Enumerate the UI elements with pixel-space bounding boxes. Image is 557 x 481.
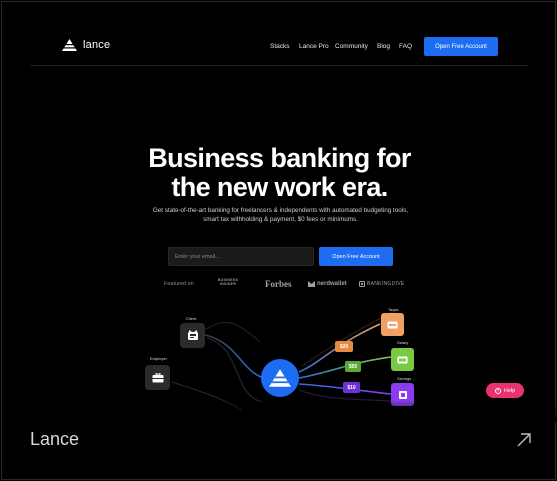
nerdwallet-logo: nerdwallet	[308, 281, 347, 287]
employer-label: Employer	[150, 356, 167, 361]
flow-line	[206, 337, 263, 403]
help-icon: ?	[494, 387, 501, 394]
hero-title-line-1: Business banking for	[148, 143, 411, 173]
nerdwallet-mark-icon	[308, 281, 315, 287]
savings-icon	[398, 390, 407, 399]
forbes-logo: Forbes	[265, 279, 292, 289]
client-node	[180, 323, 205, 348]
nav-link-stacks[interactable]: Stacks	[270, 43, 299, 50]
flow-line	[204, 321, 261, 343]
client-icon	[187, 330, 198, 340]
arrow-up-right-icon[interactable]	[516, 432, 532, 448]
business-insider-logo: BUSINESS INSIDER	[217, 278, 239, 286]
brand-name: lance	[83, 39, 111, 51]
top-nav: lance Stacks Lance Pro Community Blog FA…	[2, 2, 557, 66]
lance-hub-node	[261, 359, 299, 397]
nav-link-blog[interactable]: Blog	[377, 43, 399, 50]
salary-amount-badge: $50	[345, 361, 361, 372]
nerdwallet-text: nerdwallet	[317, 281, 347, 287]
hero-title-line-2: the new work era.	[171, 172, 388, 202]
taxes-icon	[387, 321, 398, 328]
nav-divider	[30, 65, 529, 66]
diagram-fade	[2, 400, 557, 422]
lance-logo-icon	[62, 39, 77, 51]
taxes-amount-badge: $20	[335, 341, 353, 352]
nav-link-lance-pro[interactable]: Lance Pro	[299, 43, 335, 50]
email-input[interactable]: Enter your email...	[168, 247, 314, 266]
nav-links: Stacks Lance Pro Community Blog FAQ	[270, 43, 419, 50]
taxes-label: Taxes	[388, 307, 399, 312]
hero-title: Business banking for the new work era.	[2, 144, 557, 202]
flow-line	[204, 334, 265, 379]
bankingdive-mark-icon	[359, 281, 365, 287]
salary-icon	[397, 356, 408, 363]
featured-on-label: Featured on	[164, 281, 194, 287]
bankingdive-logo: BANKINGDIVE	[359, 281, 404, 287]
help-label: Help	[503, 387, 516, 394]
nav-link-faq[interactable]: FAQ	[399, 43, 419, 50]
briefcase-icon	[152, 372, 163, 382]
taxes-node	[381, 313, 404, 336]
bankingdive-text: BANKINGDIVE	[367, 281, 405, 287]
page-frame: lance Stacks Lance Pro Community Blog FA…	[1, 1, 557, 480]
salary-label: Salary	[397, 340, 409, 345]
salary-node	[391, 348, 414, 371]
lance-logo-icon	[269, 369, 291, 387]
hero-open-account-button[interactable]: Open Free Account	[319, 247, 393, 266]
nav-link-community[interactable]: Community	[335, 43, 377, 50]
help-button[interactable]: ? Help	[486, 383, 524, 398]
client-label: Client	[186, 316, 197, 321]
employer-node	[145, 365, 170, 390]
footer-title: Lance	[30, 429, 80, 449]
savings-amount-badge: $10	[343, 382, 360, 393]
nav-open-account-button[interactable]: Open Free Account	[424, 37, 498, 56]
hero-subtitle: Get state-of-the-art banking for freelan…	[152, 207, 409, 223]
savings-label: Savings	[397, 376, 412, 381]
brand[interactable]: lance	[62, 39, 110, 51]
